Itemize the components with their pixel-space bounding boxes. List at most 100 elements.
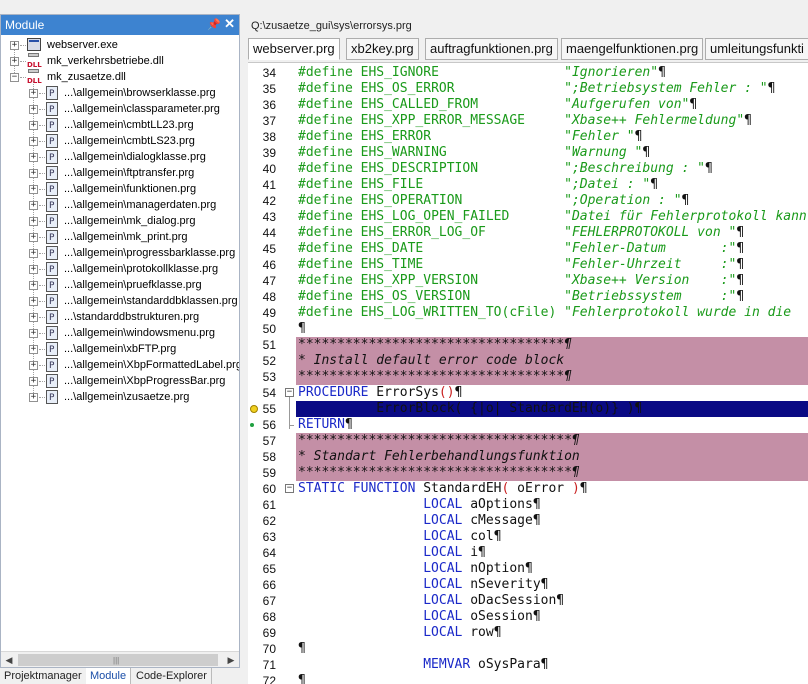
code-line[interactable]: 43 #define EHS_LOG_OPEN_FAILED "Datei für…: [248, 209, 808, 225]
tree-item[interactable]: − DLL mk_zusaetze.dll: [1, 69, 239, 85]
expand-icon[interactable]: +: [29, 105, 38, 114]
collapse-icon[interactable]: −: [10, 73, 19, 82]
code-line[interactable]: 51 **********************************¶: [263, 337, 808, 353]
code-line[interactable]: 37 #define EHS_XPP_ERROR_MESSAGE "Xbase++…: [248, 113, 808, 129]
code-editor[interactable]: 34 #define EHS_IGNORE "Ignorieren"¶ 35 #def…: [248, 62, 808, 684]
scroll-right-arrow[interactable]: ▶: [223, 652, 239, 668]
expand-icon[interactable]: +: [29, 137, 38, 146]
code-line[interactable]: 36 #define EHS_CALLED_FROM "Aufgerufen vo…: [248, 97, 808, 113]
tree-item[interactable]: + ...\allgemein\pruefklasse.prg: [1, 277, 239, 294]
tree-item[interactable]: + ...\allgemein\mk_dialog.prg: [1, 213, 239, 230]
code-line[interactable]: 52 * Install default error code block: [263, 353, 808, 369]
code-line[interactable]: 44 #define EHS_ERROR_LOG_OF "FEHLERPROTOK…: [248, 225, 808, 241]
tree-item[interactable]: + ...\allgemein\dialogklasse.prg: [1, 149, 239, 166]
expand-icon[interactable]: +: [29, 265, 38, 274]
code-line[interactable]: 48 #define EHS_OS_VERSION "Betriebssystem…: [248, 289, 808, 305]
editor-tab[interactable]: webserver.prg: [248, 38, 340, 60]
tree-item[interactable]: + ...\allgemein\progressbarklasse.prg: [1, 245, 239, 262]
tree-item[interactable]: + ...\allgemein\mk_print.prg: [1, 229, 239, 246]
tree-item[interactable]: + ...\standarddbstrukturen.prg: [1, 309, 239, 326]
code-line[interactable]: 71 MEMVAR oSysPara¶: [248, 657, 808, 673]
code-line[interactable]: 46 #define EHS_TIME "Fehler-Uhrzeit :"¶: [248, 257, 808, 273]
code-line[interactable]: 63 LOCAL col¶: [248, 529, 808, 545]
code-line[interactable]: 69 LOCAL row¶: [248, 625, 808, 641]
code-line[interactable]: 56 RETURN¶: [248, 417, 808, 433]
expand-icon[interactable]: +: [10, 57, 19, 66]
pin-icon[interactable]: 📌: [207, 15, 221, 35]
code-line[interactable]: 55 ErrorBlock( {|o| StandardEH(o)} )¶: [250, 401, 808, 417]
panel-tab-code-explorer[interactable]: Code-Explorer: [132, 668, 212, 684]
code-line[interactable]: 49 #define EHS_LOG_WRITTEN_TO(cFile) "Feh…: [248, 305, 808, 321]
expand-icon[interactable]: +: [29, 281, 38, 290]
code-line[interactable]: 41 #define EHS_FILE ";Datei : "¶: [248, 177, 808, 193]
code-line[interactable]: 65 LOCAL nOption¶: [248, 561, 808, 577]
code-line[interactable]: 57 ***********************************¶: [263, 433, 808, 449]
tree-item[interactable]: + ...\allgemein\cmbtLL23.prg: [1, 117, 239, 134]
tree-item[interactable]: + ...\allgemein\browserklasse.prg: [1, 85, 239, 102]
tree-item[interactable]: + ...\allgemein\zusaetze.prg: [1, 389, 239, 406]
expand-icon[interactable]: +: [29, 297, 38, 306]
tree-item[interactable]: + ...\allgemein\protokollklasse.prg: [1, 261, 239, 278]
panel-tab-module[interactable]: Module: [86, 668, 132, 684]
expand-icon[interactable]: +: [29, 361, 38, 370]
fold-collapse-icon[interactable]: −: [285, 388, 294, 397]
code-line[interactable]: 58 * Standart Fehlerbehandlungsfunktion: [263, 449, 808, 465]
expand-icon[interactable]: +: [29, 169, 38, 178]
tree-item[interactable]: + ...\allgemein\xbFTP.prg: [1, 341, 239, 358]
code-line[interactable]: 42 #define EHS_OPERATION ";Operation : "¶: [248, 193, 808, 209]
tree-item[interactable]: + DLL mk_verkehrsbetriebe.dll: [1, 53, 239, 69]
code-line[interactable]: 60− STATIC FUNCTION StandardEH( oError )¶: [248, 481, 808, 497]
code-line[interactable]: 68 LOCAL oSession¶: [248, 609, 808, 625]
tree-item[interactable]: + ...\allgemein\funktionen.prg: [1, 181, 239, 198]
code-line[interactable]: 70 ¶: [248, 641, 808, 657]
tree-item[interactable]: + ...\allgemein\XbpProgressBar.prg: [1, 373, 239, 390]
code-line[interactable]: 38 #define EHS_ERROR "Fehler "¶: [248, 129, 808, 145]
code-line[interactable]: 66 LOCAL nSeverity¶: [248, 577, 808, 593]
expand-icon[interactable]: +: [29, 201, 38, 210]
code-line[interactable]: 34 #define EHS_IGNORE "Ignorieren"¶: [248, 65, 808, 81]
expand-icon[interactable]: +: [29, 377, 38, 386]
code-line[interactable]: 54− PROCEDURE ErrorSys()¶: [248, 385, 808, 401]
editor-tab[interactable]: umleitungsfunkti: [705, 38, 808, 60]
expand-icon[interactable]: +: [29, 345, 38, 354]
close-icon[interactable]: ✕: [224, 14, 235, 34]
code-line[interactable]: 40 #define EHS_DESCRIPTION ";Beschreibung…: [248, 161, 808, 177]
tree-item[interactable]: + ...\allgemein\XbpFormattedLabel.prg: [1, 357, 239, 374]
tree-item[interactable]: + ...\allgemein\cmbtLS23.prg: [1, 133, 239, 150]
expand-icon[interactable]: +: [29, 89, 38, 98]
tree-item[interactable]: + ...\allgemein\standarddbklassen.prg: [1, 293, 239, 310]
editor-tab[interactable]: auftragfunktionen.prg: [425, 38, 558, 60]
code-line[interactable]: 61 LOCAL aOptions¶: [248, 497, 808, 513]
tree-item[interactable]: + ...\allgemein\ftptransfer.prg: [1, 165, 239, 182]
fold-collapse-icon[interactable]: −: [285, 484, 294, 493]
expand-icon[interactable]: +: [29, 393, 38, 402]
code-line[interactable]: 47 #define EHS_XPP_VERSION "Xbase++ Versi…: [248, 273, 808, 289]
expand-icon[interactable]: +: [29, 185, 38, 194]
tree-item[interactable]: + webserver.exe: [1, 37, 239, 53]
code-line[interactable]: 62 LOCAL cMessage¶: [248, 513, 808, 529]
expand-icon[interactable]: +: [29, 313, 38, 322]
tree-item[interactable]: + ...\allgemein\managerdaten.prg: [1, 197, 239, 214]
tree-item[interactable]: + ...\allgemein\classparameter.prg: [1, 101, 239, 118]
code-line[interactable]: 59 ***********************************¶: [263, 465, 808, 481]
code-line[interactable]: 39 #define EHS_WARNING "Warnung "¶: [248, 145, 808, 161]
expand-icon[interactable]: +: [29, 329, 38, 338]
expand-icon[interactable]: +: [10, 41, 19, 50]
expand-icon[interactable]: +: [29, 153, 38, 162]
expand-icon[interactable]: +: [29, 217, 38, 226]
code-line[interactable]: 35 #define EHS_OS_ERROR ";Betriebsystem F…: [248, 81, 808, 97]
expand-icon[interactable]: +: [29, 233, 38, 242]
tree-item[interactable]: + ...\allgemein\windowsmenu.prg: [1, 325, 239, 342]
code-line[interactable]: 67 LOCAL oDacSession¶: [248, 593, 808, 609]
code-line[interactable]: 64 LOCAL i¶: [248, 545, 808, 561]
horizontal-scrollbar[interactable]: ◀ ||| ▶: [1, 651, 239, 667]
scroll-left-arrow[interactable]: ◀: [1, 652, 17, 668]
code-line[interactable]: 50 ¶: [248, 321, 808, 337]
code-line[interactable]: 72 ¶: [248, 673, 808, 684]
code-line[interactable]: 45 #define EHS_DATE "Fehler-Datum :"¶: [248, 241, 808, 257]
editor-tab[interactable]: maengelfunktionen.prg: [561, 38, 704, 60]
expand-icon[interactable]: +: [29, 121, 38, 130]
editor-tab[interactable]: xb2key.prg: [346, 38, 419, 60]
code-line[interactable]: 53 **********************************¶: [263, 369, 808, 385]
panel-tab-projektmanager[interactable]: Projektmanager: [0, 668, 87, 684]
